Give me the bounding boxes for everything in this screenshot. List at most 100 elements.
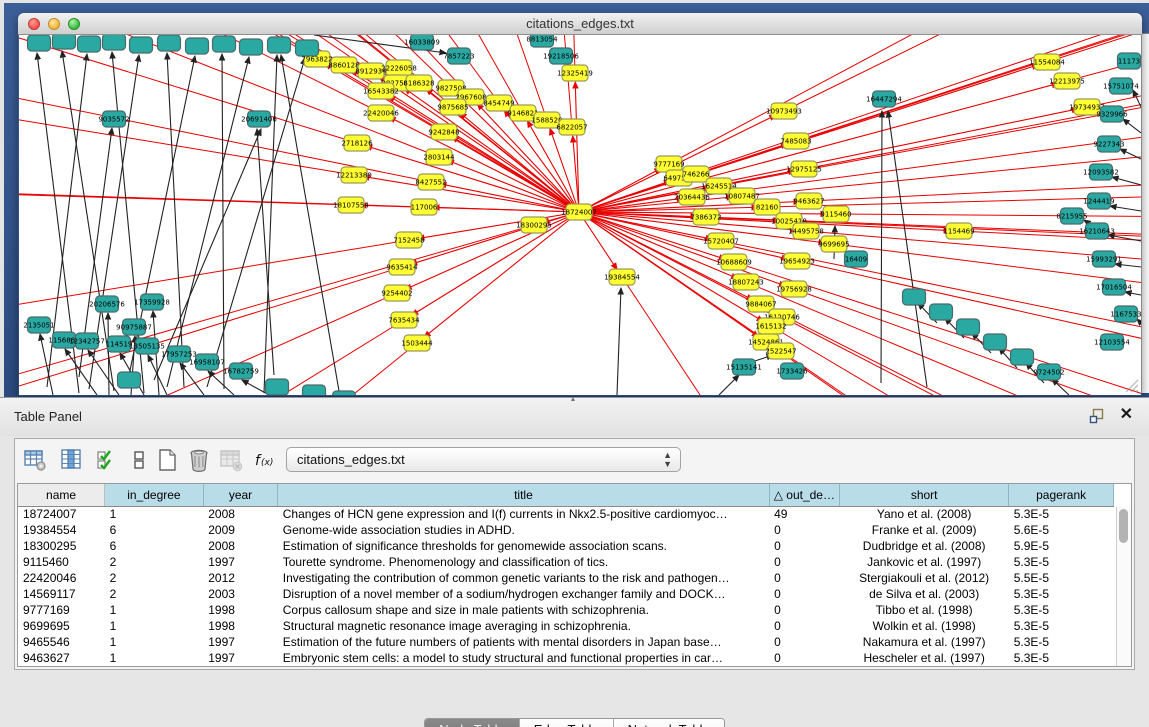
cell-in_degree[interactable]: 2 <box>105 554 204 570</box>
graph-node[interactable]: 16447294 <box>866 91 902 107</box>
graph-node[interactable]: 2718126 <box>341 135 373 151</box>
network-window-titlebar[interactable]: citations_edges.txt <box>18 13 1142 35</box>
citation-edge-black[interactable] <box>888 111 927 387</box>
graph-node[interactable]: 7635434 <box>388 312 420 328</box>
graph-node[interactable]: 19654923 <box>779 253 815 269</box>
graph-node[interactable]: 18300295 <box>516 217 552 233</box>
cell-in_degree[interactable]: 2 <box>105 586 204 602</box>
graph-node[interactable]: 1154469 <box>943 223 974 239</box>
graph-node[interactable]: 16543382 <box>363 83 399 99</box>
graph-node[interactable] <box>53 35 76 49</box>
cell-out_de[interactable]: 0 <box>769 602 839 618</box>
cell-title[interactable]: Structural magnetic resonance image aver… <box>278 618 769 634</box>
column-header-year[interactable]: year <box>203 484 278 506</box>
cell-title[interactable]: Estimation of the future numbers of pati… <box>278 634 769 650</box>
graph-node[interactable] <box>240 39 263 55</box>
graph-node[interactable] <box>28 35 51 51</box>
cell-short[interactable]: Yano et al. (2008) <box>840 506 1009 522</box>
graph-node[interactable]: 20364436 <box>674 189 710 205</box>
network-window[interactable]: citations_edges.txt 18724007796382288601… <box>18 13 1142 396</box>
citation-edge-black[interactable] <box>127 56 195 385</box>
cell-pagerank[interactable]: 5.3E-5 <box>1009 650 1114 666</box>
node-table[interactable]: namein_degreeyeartitle△ out_de…shortpage… <box>18 484 1114 666</box>
cell-out_de[interactable]: 0 <box>769 538 839 554</box>
network-canvas[interactable]: 1872400779638228860128891293422226058982… <box>19 35 1141 395</box>
cell-pagerank[interactable]: 5.3E-5 <box>1009 554 1114 570</box>
graph-node[interactable] <box>303 385 326 395</box>
graph-node[interactable]: 117006 <box>411 199 438 215</box>
table-row[interactable]: 946554611997Estimation of the future num… <box>18 634 1114 650</box>
citation-edge-black[interactable] <box>257 129 274 375</box>
select-rows-checklist-icon[interactable] <box>95 448 119 472</box>
table-row[interactable]: 1938455462009Genome-wide association stu… <box>18 522 1114 538</box>
graph-node[interactable] <box>118 372 141 388</box>
citation-edge-red[interactable] <box>418 212 579 239</box>
graph-node[interactable]: 15720407 <box>703 233 739 249</box>
graph-node[interactable]: 9227343 <box>1093 136 1124 152</box>
cell-in_degree[interactable]: 1 <box>105 634 204 650</box>
cell-name[interactable]: 22420046 <box>18 570 105 586</box>
graph-node[interactable]: 8427552 <box>415 174 446 190</box>
graph-node[interactable] <box>1011 349 1034 365</box>
function-builder-icon[interactable]: f (x) <box>253 448 277 472</box>
graph-node[interactable]: 7386372 <box>690 209 721 225</box>
cell-year[interactable]: 1997 <box>203 554 278 570</box>
window-resize-grip[interactable] <box>1123 377 1139 393</box>
cell-name[interactable]: 9463627 <box>18 650 105 666</box>
graph-node[interactable]: 1244419 <box>1083 193 1114 209</box>
citation-edge-red[interactable] <box>781 351 1141 395</box>
graph-node[interactable]: 2522547 <box>765 343 796 359</box>
citation-edge-red[interactable] <box>424 212 579 337</box>
graph-node[interactable]: 12213389 <box>336 167 372 183</box>
graph-node[interactable] <box>78 36 101 52</box>
column-header-name[interactable]: name <box>18 484 105 506</box>
graph-node[interactable]: 12103554 <box>1094 334 1130 350</box>
graph-node[interactable]: 9463627 <box>793 193 824 209</box>
cell-pagerank[interactable]: 5.6E-5 <box>1009 522 1114 538</box>
citation-edge-black[interactable] <box>264 55 277 393</box>
graph-node[interactable]: 9724502 <box>1033 364 1064 380</box>
cell-short[interactable]: Tibbo et al. (1998) <box>840 602 1009 618</box>
graph-node[interactable] <box>984 334 1007 350</box>
graph-node[interactable]: 18807243 <box>728 274 764 290</box>
tab-edge-table[interactable]: Edge Table <box>520 719 614 727</box>
citation-edge-red[interactable] <box>794 289 1141 395</box>
cell-year[interactable]: 1998 <box>203 618 278 634</box>
table-row[interactable]: 977716911998Corpus callosum shape and si… <box>18 602 1114 618</box>
graph-node[interactable] <box>130 37 153 53</box>
graph-node[interactable]: 9329966 <box>1096 106 1128 122</box>
citation-edge-black[interactable] <box>1125 292 1141 295</box>
graph-node[interactable]: 16210643 <box>1079 223 1115 239</box>
cell-out_de[interactable]: 0 <box>769 522 839 538</box>
citation-edge-black[interactable] <box>617 288 621 395</box>
cell-out_de[interactable]: 0 <box>769 570 839 586</box>
citation-edge-black[interactable] <box>881 111 882 383</box>
graph-node[interactable] <box>296 40 319 56</box>
splitter-handle[interactable]: ▲ <box>566 397 580 402</box>
cell-title[interactable]: Tourette syndrome. Phenomenology and cla… <box>278 554 769 570</box>
graph-node[interactable]: 10688609 <box>716 254 752 270</box>
graph-node[interactable]: 19384554 <box>604 269 640 285</box>
table-row[interactable]: 2242004622012Investigating the contribut… <box>18 570 1114 586</box>
graph-node[interactable]: 16782759 <box>223 363 259 379</box>
cell-pagerank[interactable]: 5.3E-5 <box>1009 586 1114 602</box>
scrollbar-thumb[interactable] <box>1119 509 1128 543</box>
cell-title[interactable]: Investigating the contribution of common… <box>278 570 769 586</box>
citation-edge-red[interactable] <box>405 212 579 289</box>
cell-title[interactable]: Embryonic stem cells: a model to study s… <box>278 650 769 666</box>
citation-edge-red[interactable] <box>412 212 579 315</box>
graph-node[interactable]: 14495758 <box>788 223 824 239</box>
table-row[interactable]: 1456911722003Disruption of a novel membe… <box>18 586 1114 602</box>
cell-short[interactable]: de Silva et al. (2003) <box>840 586 1009 602</box>
graph-node[interactable] <box>268 37 291 53</box>
graph-node[interactable]: 9115460 <box>820 206 851 222</box>
cell-name[interactable]: 18724007 <box>18 506 105 522</box>
graph-node[interactable]: 20691406 <box>241 111 277 127</box>
table-row[interactable]: 946362711997Embryonic stem cells: a mode… <box>18 650 1114 666</box>
graph-node[interactable]: 22420046 <box>363 105 399 121</box>
graph-node[interactable]: 1167533 <box>1110 306 1141 322</box>
cell-out_de[interactable]: 0 <box>769 554 839 570</box>
column-select-icon[interactable] <box>59 448 83 472</box>
citation-edge-red[interactable] <box>452 137 579 212</box>
citation-edge-black[interactable] <box>1123 119 1141 133</box>
